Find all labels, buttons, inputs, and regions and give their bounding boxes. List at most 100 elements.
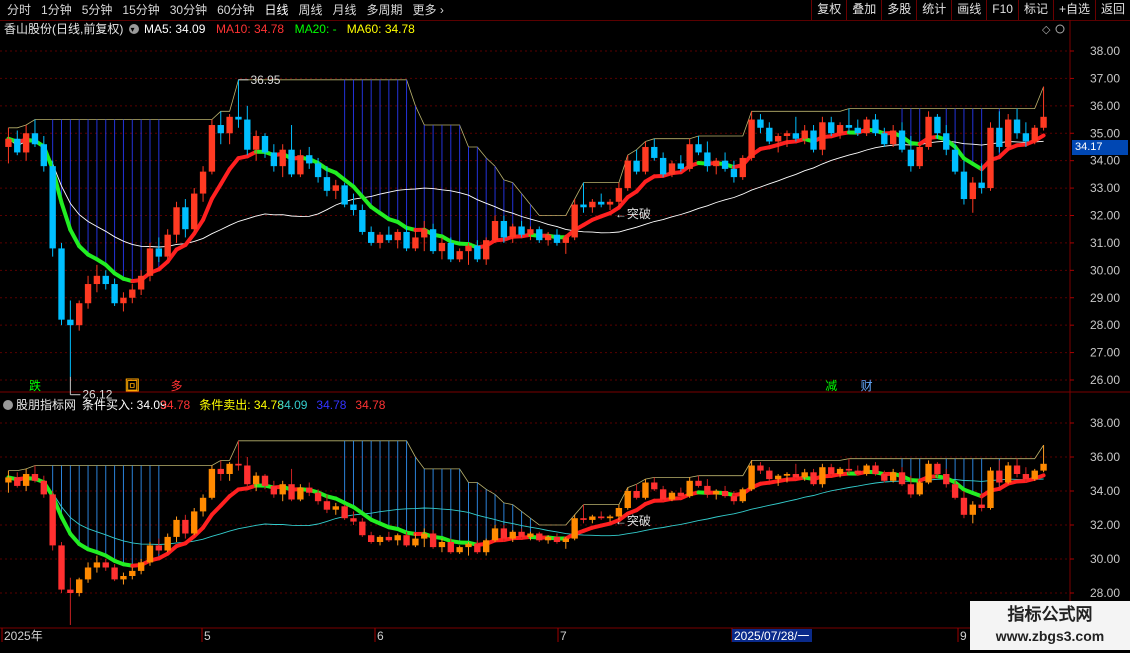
sub-candle-body: [501, 528, 507, 538]
sub-candle-body: [173, 520, 179, 537]
period-tab[interactable]: 周线: [293, 0, 327, 20]
signal-label: 回: [126, 379, 138, 393]
period-tab[interactable]: 30分钟: [165, 0, 212, 20]
sub-candle-body: [828, 467, 834, 474]
sub-candle-body: [651, 483, 657, 490]
sub-candle-body: [94, 562, 100, 567]
sub-y-tick: 28.00: [1090, 586, 1120, 600]
main-candle-body: [288, 150, 294, 175]
main-candle-body: [271, 152, 277, 166]
main-candle-body: [456, 251, 462, 259]
sub-candle-body: [722, 491, 728, 496]
sub-candle-body: [14, 477, 20, 486]
ma-label: MA5: 34.09: [144, 22, 206, 36]
main-candle-body: [111, 284, 117, 303]
sub-candle-body: [333, 506, 339, 509]
main-y-tick: 30.00: [1090, 263, 1120, 277]
period-tab[interactable]: 15分钟: [117, 0, 164, 20]
main-candle-body: [748, 120, 754, 158]
date-label: 2025年: [4, 629, 43, 643]
signal-label: 财: [861, 379, 873, 393]
sub-candle-body: [368, 535, 374, 542]
toolbar-button[interactable]: 统计: [916, 0, 951, 20]
main-y-tick: 35.00: [1090, 126, 1120, 140]
main-y-tick: 32.00: [1090, 209, 1120, 223]
period-tab[interactable]: 月线: [328, 0, 362, 20]
main-candle-body: [846, 125, 852, 128]
sub-candle-body: [288, 484, 294, 499]
toolbar-button[interactable]: 标记: [1018, 0, 1053, 20]
sub-candle-body: [297, 488, 303, 500]
main-candle-body: [669, 163, 675, 174]
sub-candle-body: [191, 511, 197, 533]
toolbar-button[interactable]: 返回: [1095, 0, 1130, 20]
main-trend-segment: [221, 169, 230, 184]
sub-candle-body: [209, 469, 215, 498]
main-breakout-label: ←突破: [615, 206, 651, 221]
period-tab[interactable]: 分时: [2, 0, 36, 20]
sub-candle-body: [952, 484, 958, 498]
main-candle-body: [350, 205, 356, 210]
sub-candle-body: [899, 472, 905, 484]
period-tab[interactable]: 1分钟: [36, 0, 77, 20]
sub-y-tick: 30.00: [1090, 552, 1120, 566]
main-candle-body: [164, 235, 170, 257]
chart-area[interactable]: 38.0037.0036.0035.0034.0033.0032.0031.00…: [0, 20, 1130, 650]
main-y-tick: 28.00: [1090, 318, 1120, 332]
main-candle-body: [262, 136, 268, 152]
main-candle-body: [536, 229, 542, 240]
sub-candle-body: [846, 469, 852, 471]
sub-dropdown-icon: [3, 400, 13, 410]
sub-candle-body: [164, 537, 170, 551]
main-candle-body: [1005, 120, 1011, 147]
main-y-tick: 27.00: [1090, 346, 1120, 360]
main-y-tick: 34.00: [1090, 154, 1120, 168]
sub-candle-body: [226, 464, 232, 474]
sub-candle-body: [262, 476, 268, 486]
signal-label: 多: [171, 379, 183, 393]
toolbar-button[interactable]: 多股: [881, 0, 916, 20]
main-candle-body: [138, 276, 144, 290]
sub-candle-body: [987, 471, 993, 508]
main-candle-body: [218, 125, 224, 133]
toolbar-button[interactable]: 叠加: [846, 0, 881, 20]
main-candle-body: [23, 133, 29, 152]
sub-candle-body: [244, 466, 250, 485]
main-candle-body: [908, 150, 914, 166]
period-tab[interactable]: 60分钟: [212, 0, 259, 20]
toolbar-button[interactable]: F10: [986, 0, 1018, 20]
main-candle-body: [280, 150, 286, 166]
sub-candle-body: [961, 498, 967, 515]
main-candle-body: [182, 207, 188, 229]
sub-candle-body: [563, 539, 569, 542]
diamond-icon: ◇: [1042, 24, 1051, 36]
main-candle-body: [32, 133, 38, 144]
date-label: 9: [960, 629, 967, 643]
period-tab[interactable]: 5分钟: [77, 0, 118, 20]
sub-candle-body: [483, 540, 489, 552]
sub-candle-body: [386, 537, 392, 540]
main-candle-body: [571, 205, 577, 238]
period-tab[interactable]: 多周期: [362, 0, 408, 20]
main-candle-body: [563, 237, 569, 242]
main-candle-body: [863, 120, 869, 134]
sub-candle-body: [881, 474, 887, 481]
main-y-tick: 36.00: [1090, 99, 1120, 113]
sub-trend-segment: [70, 534, 79, 544]
toolbar-button[interactable]: 复权: [811, 0, 846, 20]
period-tab[interactable]: 更多 ›: [408, 0, 449, 20]
toolbar-button[interactable]: 画线: [951, 0, 986, 20]
main-candle-body: [200, 172, 206, 194]
main-candle-body: [642, 147, 648, 172]
sub-candle-body: [510, 532, 516, 539]
sub-candle-body: [908, 484, 914, 494]
sub-candle-body: [5, 477, 11, 482]
main-candle-body: [448, 243, 454, 259]
kline-chart-svg[interactable]: 38.0037.0036.0035.0034.0033.0032.0031.00…: [0, 20, 1130, 650]
period-tab[interactable]: 日线: [259, 0, 293, 20]
sub-candle-body: [103, 562, 109, 567]
main-candle-body: [554, 235, 560, 243]
sub-candle-body: [660, 489, 666, 499]
toolbar-button[interactable]: +自选: [1053, 0, 1095, 20]
period-tabs: 分时1分钟5分钟15分钟30分钟60分钟日线周线月线多周期更多 ›: [2, 0, 449, 20]
